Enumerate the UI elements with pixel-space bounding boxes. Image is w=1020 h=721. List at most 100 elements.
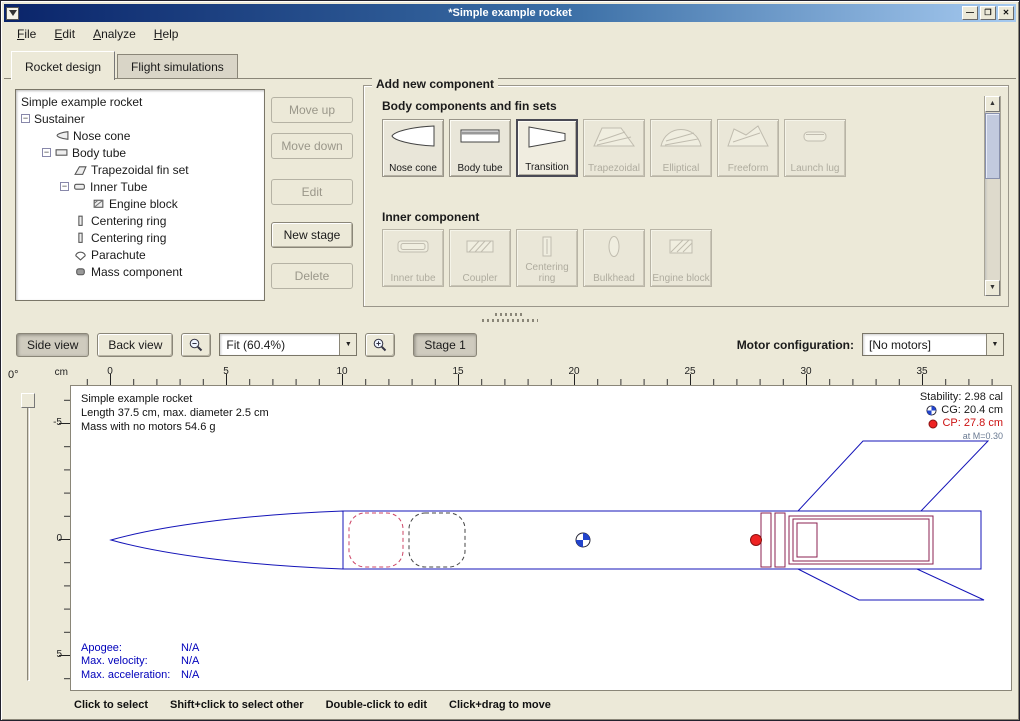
slider-track[interactable] xyxy=(27,393,30,681)
title-bar[interactable]: *Simple example rocket — ❐ ✕ xyxy=(4,4,1016,22)
menu-help[interactable]: Help xyxy=(146,24,187,44)
zoom-in-button[interactable] xyxy=(365,333,395,357)
expander-icon[interactable]: − xyxy=(42,148,51,157)
inner-tube-button: Inner tube xyxy=(382,229,444,287)
scrollbar-thumb[interactable] xyxy=(985,113,1000,179)
bulkhead-icon xyxy=(591,233,637,259)
expander-icon[interactable]: − xyxy=(21,114,30,123)
maximize-button-icon[interactable]: ❐ xyxy=(980,6,996,20)
h-ruler-ticks xyxy=(70,365,1012,385)
tree-item-rocket[interactable]: Simple example rocket xyxy=(16,93,264,110)
new-stage-button[interactable]: New stage xyxy=(271,222,353,248)
freeform-fin-button: Freeform xyxy=(717,119,779,177)
move-up-button: Move up xyxy=(271,97,353,123)
hint-click-select: Click to select xyxy=(74,699,148,711)
menu-edit[interactable]: Edit xyxy=(46,24,83,44)
component-panel-scrollbar[interactable]: ▲ ▼ xyxy=(984,96,1001,296)
cg-marker xyxy=(576,533,590,547)
ruler-unit-label: cm xyxy=(48,367,68,385)
elliptical-fin-button: Elliptical xyxy=(650,119,712,177)
stage-1-toggle[interactable]: Stage 1 xyxy=(413,333,476,357)
app-window: *Simple example rocket — ❐ ✕ File Edit A… xyxy=(0,0,1020,721)
tree-item-label: Engine block xyxy=(109,197,178,211)
tree-item-nose-cone[interactable]: Nose cone xyxy=(16,127,264,144)
motor-config-label: Motor configuration: xyxy=(737,338,854,352)
zoom-select[interactable]: Fit (60.4%) ▼ xyxy=(219,333,357,356)
inner-tube-icon xyxy=(390,233,436,259)
cp-marker xyxy=(751,535,762,546)
tree-item-label: Sustainer xyxy=(34,112,85,126)
component-tree[interactable]: Simple example rocket − Sustainer Nose c… xyxy=(15,89,265,301)
tree-item-label: Centering ring xyxy=(91,214,166,228)
side-view-button[interactable]: Side view xyxy=(16,333,89,357)
chevron-down-icon[interactable]: ▼ xyxy=(339,334,356,355)
tree-item-parachute[interactable]: Parachute xyxy=(16,246,264,263)
chevron-down-icon[interactable]: ▼ xyxy=(986,334,1003,355)
nose-cone-icon xyxy=(56,129,69,142)
parachute-icon xyxy=(74,248,87,261)
engine-block-icon xyxy=(92,197,105,210)
horizontal-ruler: 0 5 10 15 20 25 30 35 xyxy=(70,365,1012,385)
menu-analyze[interactable]: Analyze xyxy=(85,24,144,44)
app-icon[interactable] xyxy=(6,7,19,20)
engine-block-icon xyxy=(658,233,704,259)
tree-item-label: Body tube xyxy=(72,146,126,160)
scroll-down-icon[interactable]: ▼ xyxy=(985,280,1000,296)
tree-item-label: Parachute xyxy=(91,248,146,262)
tree-item-centering-ring-1[interactable]: Centering ring xyxy=(16,212,264,229)
tree-item-inner-tube[interactable]: − Inner Tube xyxy=(16,178,264,195)
body-tube-icon xyxy=(457,123,503,149)
nose-cone-button[interactable]: Nose cone xyxy=(382,119,444,177)
stability-line: Stability: 2.98 cal xyxy=(920,391,1003,404)
slider-handle[interactable] xyxy=(21,393,35,408)
menu-file[interactable]: File xyxy=(9,24,44,44)
tree-item-label: Simple example rocket xyxy=(21,95,142,109)
tree-item-fin-set[interactable]: Trapezoidal fin set xyxy=(16,161,264,178)
tree-item-centering-ring-2[interactable]: Centering ring xyxy=(16,229,264,246)
magnifier-plus-icon xyxy=(372,337,388,353)
motor-config-select[interactable]: [No motors] ▼ xyxy=(862,333,1004,356)
zoom-value: Fit (60.4%) xyxy=(220,338,339,352)
tree-item-label: Nose cone xyxy=(73,129,130,143)
magnifier-minus-icon xyxy=(188,337,204,353)
centering-ring-icon xyxy=(74,231,87,244)
tree-item-mass-component[interactable]: Mass component xyxy=(16,263,264,280)
expander-icon[interactable]: − xyxy=(60,182,69,191)
launch-lug-button: Launch lug xyxy=(784,119,846,177)
cp-line: CP: 27.8 cm xyxy=(920,417,1003,430)
body-tube-button[interactable]: Body tube xyxy=(449,119,511,177)
inner-tube-icon xyxy=(73,180,86,193)
tree-item-label: Trapezoidal fin set xyxy=(91,163,189,177)
close-button-icon[interactable]: ✕ xyxy=(998,6,1014,20)
transition-button[interactable]: Transition xyxy=(516,119,578,177)
tree-item-label: Centering ring xyxy=(91,231,166,245)
bulkhead-button: Bulkhead xyxy=(583,229,645,287)
centering-ring-button: Centering ring xyxy=(516,229,578,287)
add-component-group: Add new component Body components and fi… xyxy=(363,85,1009,307)
hint-double-click: Double-click to edit xyxy=(326,699,427,711)
rocket-canvas[interactable]: Simple example rocket Length 37.5 cm, ma… xyxy=(70,385,1012,691)
tree-item-label: Mass component xyxy=(91,265,182,279)
trapezoidal-fin-button: Trapezoidal xyxy=(583,119,645,177)
tab-rocket-design[interactable]: Rocket design xyxy=(11,51,115,80)
add-component-title: Add new component xyxy=(372,77,498,91)
back-view-button[interactable]: Back view xyxy=(97,333,173,357)
scroll-up-icon[interactable]: ▲ xyxy=(985,96,1000,112)
stability-info: Stability: 2.98 cal CG: 20.4 cm CP: 27.8… xyxy=(920,391,1003,443)
minimize-button-icon[interactable]: — xyxy=(962,6,978,20)
zoom-out-button[interactable] xyxy=(181,333,211,357)
tab-flight-simulations[interactable]: Flight simulations xyxy=(117,54,238,79)
freeform-fin-icon xyxy=(725,123,771,149)
tree-item-engine-block[interactable]: Engine block xyxy=(16,195,264,212)
pane-splitter[interactable] xyxy=(4,309,1016,326)
tree-item-body-tube[interactable]: − Body tube xyxy=(16,144,264,161)
cg-line: CG: 20.4 cm xyxy=(920,404,1003,417)
fin-set-icon xyxy=(74,163,87,176)
nose-cone-icon xyxy=(390,123,436,149)
tree-item-sustainer[interactable]: − Sustainer xyxy=(16,110,264,127)
tree-item-label: Inner Tube xyxy=(90,180,147,194)
inner-component-buttons: Inner tube Coupler Centering ring Bulkhe… xyxy=(382,229,712,287)
status-bar: Click to select Shift+click to select ot… xyxy=(4,693,1016,717)
rotation-slider[interactable] xyxy=(20,391,36,683)
hint-drag: Click+drag to move xyxy=(449,699,551,711)
